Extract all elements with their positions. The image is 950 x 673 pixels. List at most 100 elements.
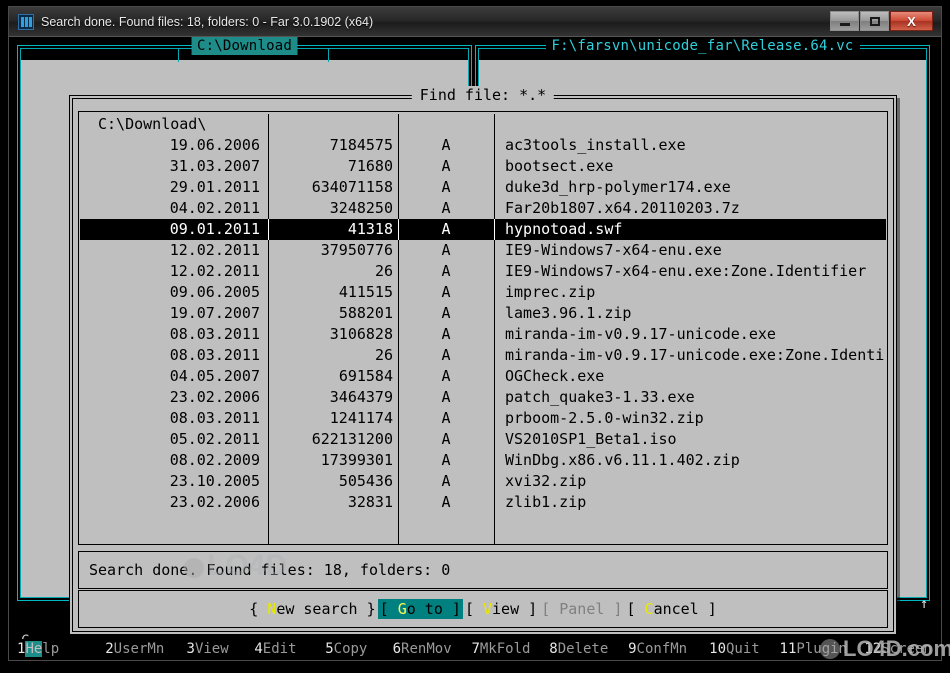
table-row[interactable]: 09.01.2011 41318 Ahypnotoad.swf bbox=[80, 219, 886, 240]
button-label: anel bbox=[568, 600, 605, 618]
cell-separator bbox=[398, 366, 399, 387]
console-area: C:\Download F:\farsvn\unicode_far\Releas… bbox=[9, 37, 941, 660]
cell-date: 29.01.2011 bbox=[169, 178, 260, 196]
cell-attributes: A bbox=[441, 199, 451, 217]
cell-separator bbox=[494, 198, 495, 219]
status-text: Search done. Found files: 18, folders: 0 bbox=[89, 561, 451, 579]
maximize-button[interactable] bbox=[860, 11, 889, 31]
cell-date: 08.02.2009 bbox=[169, 451, 260, 469]
cell-filename: zlib1.zip bbox=[505, 493, 587, 511]
cell-separator bbox=[268, 156, 269, 177]
cell-date: 09.01.2011 bbox=[169, 220, 260, 238]
search-path-row: C:\Download\ bbox=[98, 115, 207, 133]
fkey-12-screen[interactable]: 12Screen bbox=[855, 640, 941, 659]
cell-separator bbox=[494, 366, 495, 387]
dialog-button-goto[interactable]: [ Go to ] bbox=[377, 599, 463, 619]
close-button[interactable]: X bbox=[890, 11, 933, 31]
table-row[interactable]: 12.02.2011 26 A IE9-Windows7-x64-enu.exe:Zo… bbox=[80, 261, 886, 282]
table-row[interactable]: 23.02.2006 3464379 Apatch_quake3-1.33.exe bbox=[80, 387, 886, 408]
cell-separator bbox=[494, 177, 495, 198]
dialog-button-newsearch[interactable]: { New search } bbox=[247, 599, 377, 619]
fkey-4-edit[interactable]: 4Edit bbox=[241, 640, 311, 659]
table-row[interactable]: 08.03.2011 1241174 Aprboom-2.5.0-win32.zip bbox=[80, 408, 886, 429]
table-row[interactable]: 09.06.2005 411515 Aimprec.zip bbox=[80, 282, 886, 303]
fkey-label: MkFold bbox=[479, 641, 531, 657]
table-row[interactable]: 29.01.2011 634071158 Aduke3d_hrp-polymer17… bbox=[80, 177, 886, 198]
fkey-9-confmn[interactable]: 9ConfMn bbox=[618, 640, 698, 659]
table-row[interactable]: 08.02.2009 17399301 A WinDbg.x86.v6.11.1.40… bbox=[80, 450, 886, 471]
table-row[interactable]: 04.02.2011 3248250 A Far20b1807.x64.2011020… bbox=[80, 198, 886, 219]
fkey-label: Quit bbox=[726, 641, 760, 657]
fkey-label: UserMn bbox=[113, 641, 165, 657]
cell-attributes: A bbox=[441, 241, 451, 259]
scroll-up-arrow-icon[interactable]: ↑ bbox=[920, 597, 928, 611]
fkey-10-quit[interactable]: 10Quit bbox=[698, 640, 772, 659]
cell-attributes: A bbox=[441, 346, 451, 364]
cell-separator bbox=[398, 219, 399, 240]
cell-size: 7184575 bbox=[329, 136, 393, 154]
cell-date: 23.10.2005 bbox=[169, 472, 260, 490]
find-file-dialog: Find file: *.* C:\Download\ 19.06.2006 71… bbox=[69, 86, 897, 635]
table-row[interactable]: 12.02.2011 37950776 A IE9-Windows7-x64-enu.… bbox=[80, 240, 886, 261]
cell-separator bbox=[494, 282, 495, 303]
fkey-number: 11 bbox=[779, 641, 797, 657]
cell-attributes: A bbox=[441, 472, 451, 490]
table-row[interactable]: 19.07.2007 588201 Alame3.96.1.zip bbox=[80, 303, 886, 324]
cell-separator bbox=[398, 240, 399, 261]
button-bracket-open: { bbox=[249, 600, 268, 618]
cell-separator bbox=[268, 450, 269, 471]
cell-separator bbox=[268, 282, 269, 303]
fkey-11-plugin[interactable]: 11Plugin bbox=[771, 640, 855, 659]
window-title: Search done. Found files: 18, folders: 0… bbox=[41, 15, 374, 29]
cell-separator bbox=[398, 303, 399, 324]
cell-separator bbox=[268, 387, 269, 408]
button-label: ancel bbox=[653, 600, 699, 618]
table-row[interactable]: 23.10.2005 505436 Axvi32.zip bbox=[80, 471, 886, 492]
cell-date: 04.02.2011 bbox=[169, 199, 260, 217]
cell-date: 09.06.2005 bbox=[169, 283, 260, 301]
cell-size: 71680 bbox=[347, 157, 393, 175]
dialog-button-cancel[interactable]: [ Cancel ] bbox=[624, 599, 718, 619]
fkey-5-copy[interactable]: 5Copy bbox=[310, 640, 382, 659]
function-key-bar: 1Help 2UserMn 3View 4Edit 5Copy 6RenMov 7MkFol… bbox=[9, 639, 941, 660]
cell-size: 505436 bbox=[338, 472, 393, 490]
table-row[interactable]: 19.06.2006 7184575 Aac3tools_install.exe bbox=[80, 135, 886, 156]
minimize-button[interactable] bbox=[830, 11, 859, 31]
table-row[interactable]: 04.05.2007 691584 A OGCheck.exe bbox=[80, 366, 886, 387]
fkey-8-delete[interactable]: 8Delete bbox=[540, 640, 618, 659]
fkey-3-view[interactable]: 3View bbox=[175, 640, 241, 659]
cell-separator bbox=[398, 345, 399, 366]
cell-filename: Far20b1807.x64.20110203.7z bbox=[505, 199, 740, 217]
cell-date: 04.05.2007 bbox=[169, 367, 260, 385]
table-row[interactable]: 08.03.2011 26 Amiranda-im-v0.9.17-unicode.… bbox=[80, 345, 886, 366]
fkey-number: 4 bbox=[254, 641, 263, 657]
cell-attributes: A bbox=[441, 304, 451, 322]
button-label: iew bbox=[492, 600, 520, 618]
fkey-1-help[interactable]: 1Help bbox=[9, 640, 95, 659]
minimize-icon bbox=[839, 22, 850, 26]
cell-separator bbox=[268, 345, 269, 366]
cell-date: 19.06.2006 bbox=[169, 136, 260, 154]
cell-size: 32831 bbox=[347, 493, 393, 511]
fkey-7-mkfold[interactable]: 7MkFold bbox=[462, 640, 540, 659]
table-row[interactable]: 23.02.2006 32831 Azlib1.zip bbox=[80, 492, 886, 513]
fkey-label: Delete bbox=[557, 641, 609, 657]
button-bracket-close: ] bbox=[604, 600, 623, 618]
search-results-box[interactable]: C:\Download\ 19.06.2006 7184575 Aac3tools_… bbox=[78, 111, 888, 545]
cell-filename: hypnotoad.swf bbox=[505, 220, 623, 238]
table-row[interactable]: 05.02.2011 622131200 A VS2010SP1_Beta1.iso bbox=[80, 429, 886, 450]
cell-attributes: A bbox=[441, 325, 451, 343]
fkey-2-usermn[interactable]: 2UserMn bbox=[95, 640, 175, 659]
fkey-number: 7 bbox=[471, 641, 480, 657]
cell-attributes: A bbox=[441, 367, 451, 385]
fkey-6-renmov[interactable]: 6RenMov bbox=[382, 640, 462, 659]
button-bracket-open: [ bbox=[626, 600, 645, 618]
button-hotkey: N bbox=[267, 600, 277, 618]
cell-separator bbox=[268, 135, 269, 156]
cell-separator bbox=[494, 471, 495, 492]
dialog-button-view[interactable]: [ View ] bbox=[463, 599, 539, 619]
cell-filename: WinDbg.x86.v6.11.1.402.zip bbox=[505, 451, 740, 469]
table-row[interactable]: 31.03.2007 71680 Abootsect.exe bbox=[80, 156, 886, 177]
cell-attributes: A bbox=[441, 493, 451, 511]
table-row[interactable]: 08.03.2011 3106828 Amiranda-im-v0.9.17-uni… bbox=[80, 324, 886, 345]
